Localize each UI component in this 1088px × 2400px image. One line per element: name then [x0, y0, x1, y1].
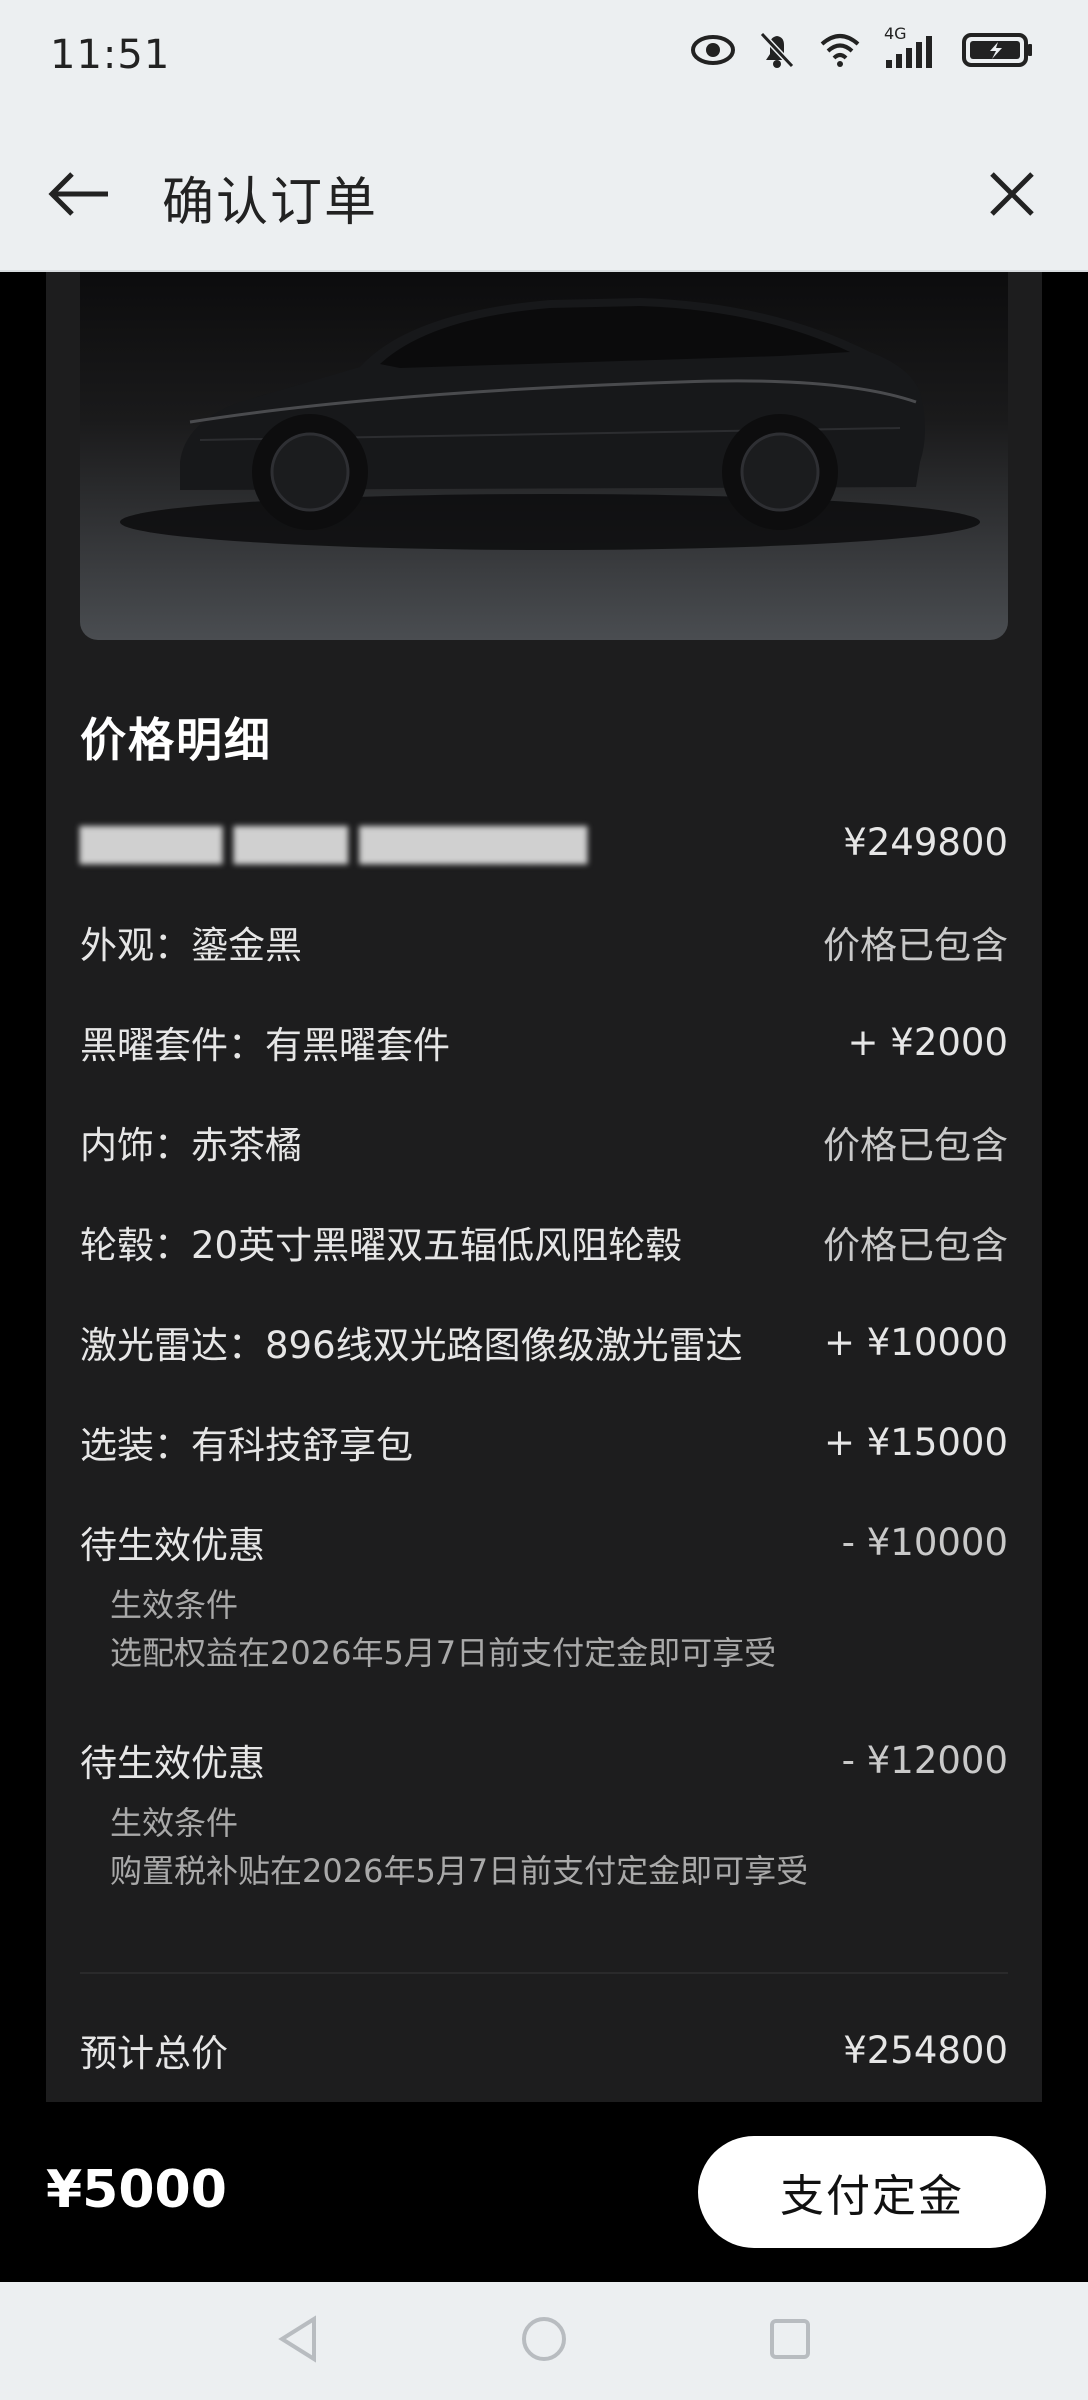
price-row-interior: 内饰：赤茶橘 价格已包含	[80, 1112, 1008, 1172]
close-icon	[990, 172, 1034, 216]
order-card: 价格明细 ▇▇▇▇▇ ▇▇▇▇ ▇▇▇▇▇▇▇▇ ¥249800 外观：鎏金黑 …	[46, 272, 1042, 2102]
row-label: 轮毂：20英寸黑曜双五辐低风阻轮毂	[80, 1224, 683, 1267]
price-row-exterior: 外观：鎏金黑 价格已包含	[80, 912, 1008, 972]
row-value: 价格已包含	[823, 924, 1008, 967]
row-label: 内饰：赤茶橘	[80, 1124, 302, 1167]
discount-condition-text: 选配权益在2026年5月7日前支付定金即可享受	[110, 1634, 777, 1672]
discount-condition-text: 购置税补贴在2026年5月7日前支付定金即可享受	[110, 1852, 809, 1890]
deposit-amount: ¥5000	[46, 2160, 227, 2220]
bottom-action-bar: ¥5000 支付定金	[0, 2102, 1088, 2282]
discount-label: 待生效优惠	[80, 1742, 265, 1785]
nav-home-icon[interactable]	[520, 2315, 568, 2367]
price-row-base: ▇▇▇▇▇ ▇▇▇▇ ▇▇▇▇▇▇▇▇ ¥249800	[80, 812, 1008, 872]
nav-recents-icon[interactable]	[768, 2317, 812, 2365]
base-model-label: ▇▇▇▇▇ ▇▇▇▇ ▇▇▇▇▇▇▇▇	[80, 820, 588, 864]
status-icons: 4G	[690, 24, 1034, 70]
signal-icon: 4G	[884, 24, 940, 70]
battery-icon	[962, 31, 1034, 69]
divider	[80, 1972, 1008, 1974]
price-row-lidar: 激光雷达：896线双光路图像级激光雷达 + ¥10000	[80, 1312, 1008, 1372]
title-bar: 确认订单	[0, 118, 1088, 272]
row-label: 选装：有科技舒享包	[80, 1424, 413, 1467]
discount-condition-title: 生效条件	[110, 1586, 239, 1624]
price-row-obsidian-kit: 黑曜套件：有黑曜套件 + ¥2000	[80, 1012, 1008, 1072]
car-image	[80, 272, 1008, 640]
back-button[interactable]	[48, 162, 118, 226]
nav-back-icon[interactable]	[276, 2315, 320, 2367]
row-label: 黑曜套件：有黑曜套件	[80, 1024, 450, 1067]
row-value: 价格已包含	[823, 1224, 1008, 1267]
arrow-left-icon	[48, 172, 108, 216]
price-row-total: 预计总价 ¥254800	[80, 2020, 1008, 2080]
discount-value: - ¥12000	[841, 1738, 1008, 1782]
row-label: 激光雷达：896线双光路图像级激光雷达	[80, 1324, 743, 1367]
base-model-price: ¥249800	[843, 820, 1008, 864]
page-title: 确认订单	[162, 173, 379, 233]
row-value: + ¥10000	[823, 1320, 1008, 1364]
discount-condition-title: 生效条件	[110, 1804, 239, 1842]
price-row-wheels: 轮毂：20英寸黑曜双五辐低风阻轮毂 价格已包含	[80, 1212, 1008, 1272]
mute-icon	[758, 30, 796, 70]
row-value: + ¥15000	[823, 1420, 1008, 1464]
row-label: 外观：鎏金黑	[80, 924, 302, 967]
status-bar: 11:51 4G	[0, 0, 1088, 118]
eye-icon	[690, 33, 736, 67]
close-button[interactable]	[980, 162, 1044, 226]
system-nav-bar	[0, 2282, 1088, 2400]
status-time: 11:51	[50, 32, 171, 78]
total-label: 预计总价	[80, 2032, 228, 2075]
row-value: + ¥2000	[847, 1020, 1008, 1064]
wifi-icon	[818, 32, 862, 68]
discount-label: 待生效优惠	[80, 1524, 265, 1567]
row-value: 价格已包含	[823, 1124, 1008, 1167]
price-row-discount-2: 待生效优惠 - ¥12000	[80, 1730, 1008, 1790]
price-detail-title: 价格明细	[80, 713, 272, 767]
price-row-discount-1: 待生效优惠 - ¥10000	[80, 1512, 1008, 1572]
discount-value: - ¥10000	[841, 1520, 1008, 1564]
pay-deposit-button[interactable]: 支付定金	[698, 2136, 1046, 2248]
network-label: 4G	[884, 24, 907, 43]
price-row-options: 选装：有科技舒享包 + ¥15000	[80, 1412, 1008, 1472]
total-value: ¥254800	[843, 2028, 1008, 2072]
